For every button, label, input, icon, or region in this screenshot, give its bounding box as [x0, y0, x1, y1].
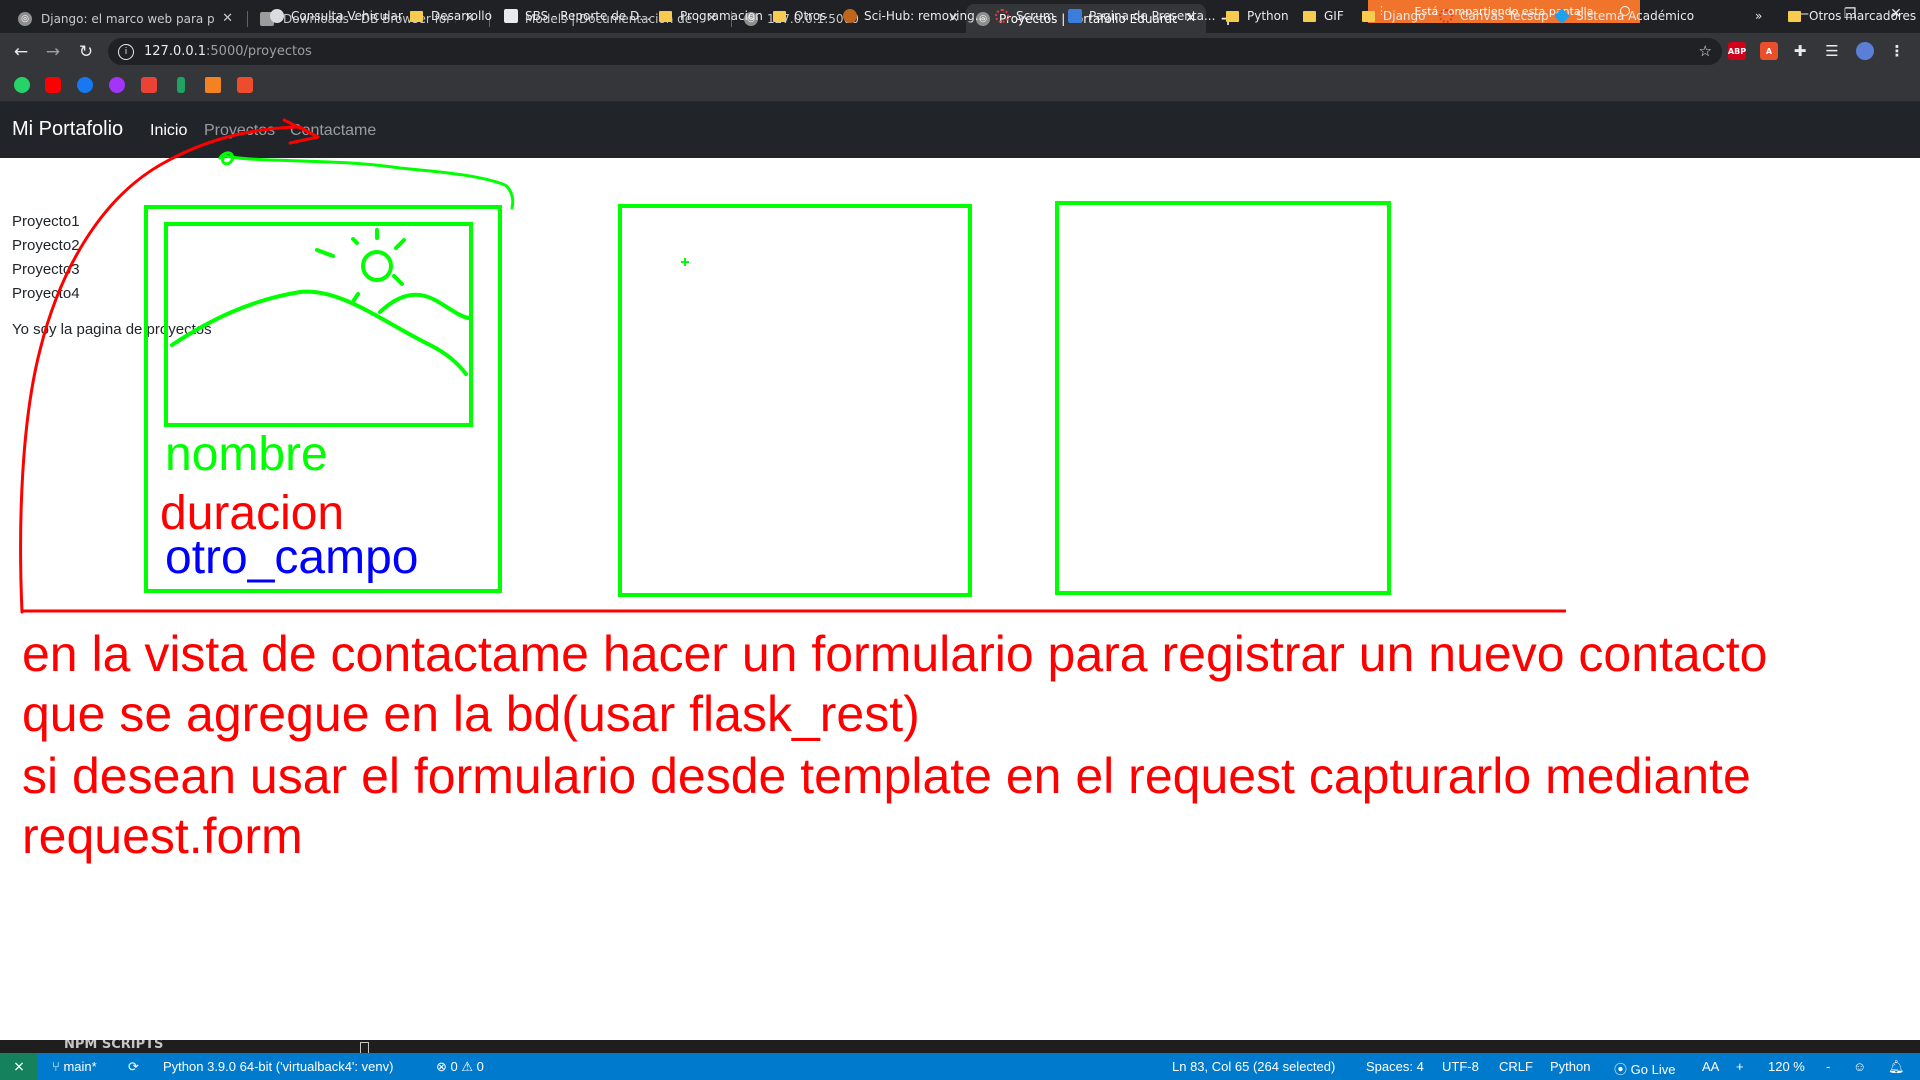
error-icon: ⊗ — [436, 1059, 447, 1074]
field-label-nombre: nombre — [165, 428, 328, 481]
error-count: 0 — [450, 1059, 458, 1074]
broadcast-icon: ⦿ — [1614, 1062, 1628, 1077]
line-ending[interactable]: CRLF — [1499, 1059, 1533, 1074]
cursor-position[interactable]: Ln 83, Col 65 (264 selected) — [1172, 1059, 1335, 1074]
instruction-line-1: en la vista de contactame hacer un formu… — [22, 626, 1768, 682]
instruction-line-2: que se agregue en la bd(usar flask_rest) — [22, 686, 920, 742]
hill-icon — [378, 292, 470, 320]
indentation[interactable]: Spaces: 4 — [1366, 1059, 1424, 1074]
instruction-line-4: request.form — [22, 808, 303, 864]
red-arrowhead — [282, 118, 320, 145]
feedback-icon[interactable]: ☺ — [1853, 1059, 1866, 1074]
green-arrow-mark — [218, 151, 515, 210]
language-mode[interactable]: Python — [1550, 1059, 1590, 1074]
branch-icon: ⑂ — [52, 1059, 60, 1074]
font-size-icon[interactable]: AA — [1702, 1059, 1719, 1074]
zoom-out-button[interactable]: - — [1826, 1059, 1830, 1074]
go-live-item[interactable]: ⦿ Go Live — [1614, 1059, 1675, 1078]
instruction-line-3: si desean usar el formulario desde templ… — [22, 748, 1751, 804]
notifications-bell-icon[interactable]: 🔔︎ — [1888, 1059, 1905, 1075]
remote-icon[interactable]: ⨯ — [0, 1053, 38, 1080]
warning-icon: ⚠ — [461, 1059, 474, 1074]
git-branch-item[interactable]: ⑂ main* — [52, 1059, 97, 1074]
npm-scripts-section[interactable]: NPM SCRIPTS — [64, 1040, 163, 1052]
mountain-icon — [170, 289, 468, 376]
go-live-label: Go Live — [1630, 1062, 1676, 1077]
zoom-level[interactable]: 120 % — [1768, 1059, 1805, 1074]
branch-name: main* — [63, 1059, 97, 1074]
vscode-panel-edge: NPM SCRIPTS — [0, 1040, 1920, 1053]
annotation-overlay: nombre duracion otro_campo — [19, 118, 1566, 614]
zoom-in-button[interactable]: + — [1736, 1059, 1744, 1074]
project-card-sketch — [1055, 201, 1391, 595]
warning-count: 0 — [476, 1059, 484, 1074]
project-card-sketch — [618, 204, 972, 597]
image-placeholder-sketch — [164, 222, 473, 427]
sync-icon[interactable]: ⟳ — [128, 1059, 139, 1075]
crosshair-cursor-icon — [681, 258, 689, 266]
field-label-otro-campo: otro_campo — [165, 531, 418, 584]
vscode-status-bar: ⨯ ⑂ main* ⟳ Python 3.9.0 64-bit ('virtua… — [0, 1053, 1920, 1080]
cursor-icon — [360, 1042, 369, 1053]
encoding[interactable]: UTF-8 — [1442, 1059, 1479, 1074]
problems-item[interactable]: ⊗ 0 ⚠ 0 — [436, 1059, 484, 1075]
python-interpreter[interactable]: Python 3.9.0 64-bit ('virtualback4': ven… — [163, 1059, 393, 1074]
sun-icon — [315, 228, 406, 302]
